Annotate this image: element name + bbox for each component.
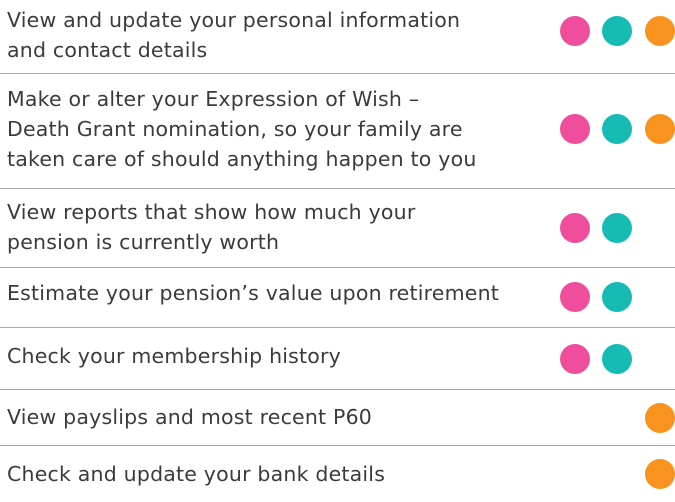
indicator-dot-pink [560,213,590,243]
feature-text: Make or alter your Expression of Wish – … [7,87,477,171]
list-item: View and update your personal informatio… [0,0,675,74]
indicator-dot-orange [645,114,675,144]
list-item: Estimate your pension’s value upon retir… [0,268,675,328]
list-item: Check and update your bank details [0,446,675,502]
feature-text: View reports that show how much your pen… [7,200,416,254]
indicator-dot-orange [645,16,675,46]
feature-text: Check and update your bank details [7,462,386,486]
list-item: Make or alter your Expression of Wish – … [0,74,675,189]
indicator-dot-pink [560,16,590,46]
indicator-dot-orange [645,459,675,489]
feature-text: Check your membership history [7,344,342,368]
indicator-dot-orange [645,403,675,433]
indicator-dot-pink [560,114,590,144]
list-item: Check your membership history [0,328,675,390]
indicator-dot-teal [602,344,632,374]
feature-text: View and update your personal informatio… [7,8,461,62]
indicator-dot-pink [560,344,590,374]
indicator-dot-teal [602,213,632,243]
indicator-dot-teal [602,114,632,144]
list-item: View reports that show how much your pen… [0,189,675,268]
list-item: View payslips and most recent P60 [0,390,675,446]
indicator-dot-pink [560,282,590,312]
indicator-dot-teal [602,16,632,46]
feature-text: View payslips and most recent P60 [7,405,373,429]
indicator-dot-teal [602,282,632,312]
feature-text: Estimate your pension’s value upon retir… [7,281,500,305]
